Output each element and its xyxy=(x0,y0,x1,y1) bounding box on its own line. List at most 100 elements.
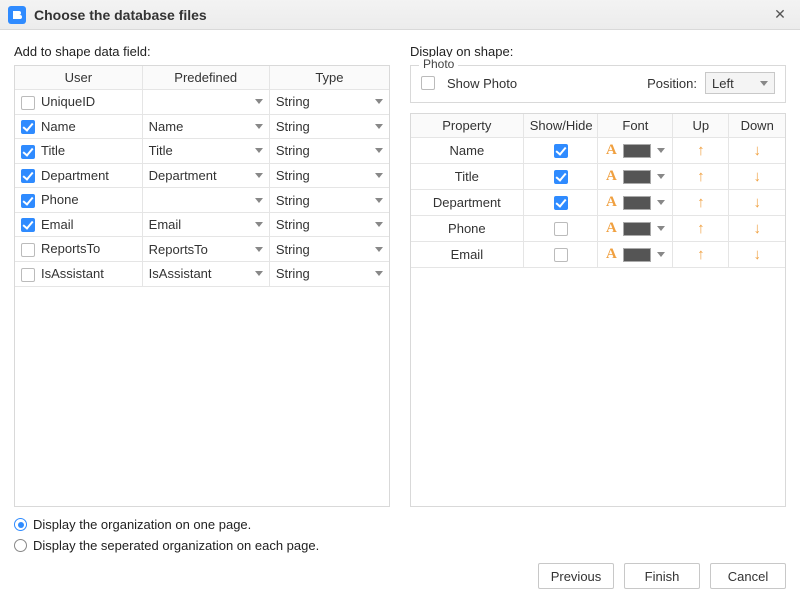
table-row: IsAssistantIsAssistantString xyxy=(15,261,389,286)
user-name: Phone xyxy=(41,192,79,207)
finish-button[interactable]: Finish xyxy=(624,563,700,589)
chevron-down-icon xyxy=(657,200,665,205)
type-value: String xyxy=(276,193,310,208)
predefined-cell[interactable]: Department xyxy=(142,163,269,188)
show-photo-checkbox[interactable] xyxy=(421,76,435,90)
user-cell[interactable]: Phone xyxy=(15,188,142,213)
field-checkbox[interactable] xyxy=(21,169,35,183)
position-select[interactable]: Left xyxy=(705,72,775,94)
down-cell[interactable]: ↓ xyxy=(729,216,785,242)
showhide-cell[interactable] xyxy=(523,164,598,190)
app-icon xyxy=(8,6,26,24)
down-cell[interactable]: ↓ xyxy=(729,138,785,164)
up-cell[interactable]: ↑ xyxy=(673,138,729,164)
chevron-down-icon xyxy=(255,271,263,276)
font-color-swatch[interactable] xyxy=(623,196,651,210)
showhide-checkbox[interactable] xyxy=(554,248,568,262)
type-cell[interactable]: String xyxy=(269,163,389,188)
showhide-cell[interactable] xyxy=(523,242,598,268)
user-cell[interactable]: Title xyxy=(15,139,142,164)
cancel-button[interactable]: Cancel xyxy=(710,563,786,589)
down-cell[interactable]: ↓ xyxy=(729,242,785,268)
table-row: EmailA↑↓ xyxy=(411,242,785,268)
user-name: ReportsTo xyxy=(41,241,100,256)
arrow-up-icon: ↑ xyxy=(697,220,705,237)
font-color-swatch[interactable] xyxy=(623,144,651,158)
type-cell[interactable]: String xyxy=(269,114,389,139)
font-cell[interactable]: A xyxy=(598,164,673,190)
table-row: DepartmentDepartmentString xyxy=(15,163,389,188)
table-row: NameA↑↓ xyxy=(411,138,785,164)
type-cell[interactable]: String xyxy=(269,237,389,262)
predefined-cell[interactable]: Name xyxy=(142,114,269,139)
table-row: TitleTitleString xyxy=(15,139,389,164)
user-cell[interactable]: ReportsTo xyxy=(15,237,142,262)
type-cell[interactable]: String xyxy=(269,90,389,115)
showhide-checkbox[interactable] xyxy=(554,222,568,236)
field-checkbox[interactable] xyxy=(21,194,35,208)
predefined-cell[interactable] xyxy=(142,90,269,115)
showhide-cell[interactable] xyxy=(523,216,598,242)
chevron-down-icon xyxy=(375,173,383,178)
showhide-checkbox[interactable] xyxy=(554,196,568,210)
chevron-down-icon xyxy=(760,81,768,86)
showhide-checkbox[interactable] xyxy=(554,170,568,184)
field-checkbox[interactable] xyxy=(21,96,35,110)
close-icon[interactable]: ✕ xyxy=(768,6,792,23)
font-cell[interactable]: A xyxy=(598,138,673,164)
user-cell[interactable]: IsAssistant xyxy=(15,261,142,286)
font-color-swatch[interactable] xyxy=(623,222,651,236)
font-cell[interactable]: A xyxy=(598,190,673,216)
table-row: DepartmentA↑↓ xyxy=(411,190,785,216)
user-cell[interactable]: UniqueID xyxy=(15,90,142,115)
font-a-icon: A xyxy=(606,142,617,159)
up-cell[interactable]: ↑ xyxy=(673,190,729,216)
font-cell[interactable]: A xyxy=(598,216,673,242)
chevron-down-icon xyxy=(375,124,383,129)
predefined-cell[interactable]: IsAssistant xyxy=(142,261,269,286)
up-cell[interactable]: ↑ xyxy=(673,242,729,268)
user-cell[interactable]: Name xyxy=(15,114,142,139)
predefined-cell[interactable]: Title xyxy=(142,139,269,164)
showhide-cell[interactable] xyxy=(523,138,598,164)
up-cell[interactable]: ↑ xyxy=(673,164,729,190)
type-cell[interactable]: String xyxy=(269,139,389,164)
font-cell[interactable]: A xyxy=(598,242,673,268)
type-cell[interactable]: String xyxy=(269,261,389,286)
arrow-down-icon: ↓ xyxy=(753,194,761,211)
type-value: String xyxy=(276,119,310,134)
showhide-cell[interactable] xyxy=(523,190,598,216)
font-a-icon: A xyxy=(606,168,617,185)
field-checkbox[interactable] xyxy=(21,145,35,159)
radio-one-page-dot[interactable] xyxy=(14,518,27,531)
show-photo-label[interactable]: Show Photo xyxy=(421,76,517,91)
radio-each-page[interactable]: Display the seperated organization on ea… xyxy=(14,538,786,553)
radio-each-page-dot[interactable] xyxy=(14,539,27,552)
col-showhide: Show/Hide xyxy=(523,114,598,138)
predefined-cell[interactable] xyxy=(142,188,269,213)
field-checkbox[interactable] xyxy=(21,243,35,257)
type-cell[interactable]: String xyxy=(269,212,389,237)
predefined-cell[interactable]: ReportsTo xyxy=(142,237,269,262)
user-cell[interactable]: Department xyxy=(15,163,142,188)
chevron-down-icon xyxy=(657,148,665,153)
field-checkbox[interactable] xyxy=(21,268,35,282)
arrow-down-icon: ↓ xyxy=(753,168,761,185)
type-value: String xyxy=(276,94,310,109)
down-cell[interactable]: ↓ xyxy=(729,190,785,216)
type-cell[interactable]: String xyxy=(269,188,389,213)
showhide-checkbox[interactable] xyxy=(554,144,568,158)
field-checkbox[interactable] xyxy=(21,120,35,134)
chevron-down-icon xyxy=(657,174,665,179)
font-color-swatch[interactable] xyxy=(623,248,651,262)
user-cell[interactable]: Email xyxy=(15,212,142,237)
field-checkbox[interactable] xyxy=(21,218,35,232)
up-cell[interactable]: ↑ xyxy=(673,216,729,242)
previous-button[interactable]: Previous xyxy=(538,563,614,589)
predefined-cell[interactable]: Email xyxy=(142,212,269,237)
down-cell[interactable]: ↓ xyxy=(729,164,785,190)
font-color-swatch[interactable] xyxy=(623,170,651,184)
radio-one-page[interactable]: Display the organization on one page. xyxy=(14,517,786,532)
col-predefined: Predefined xyxy=(142,66,269,90)
chevron-down-icon xyxy=(255,99,263,104)
